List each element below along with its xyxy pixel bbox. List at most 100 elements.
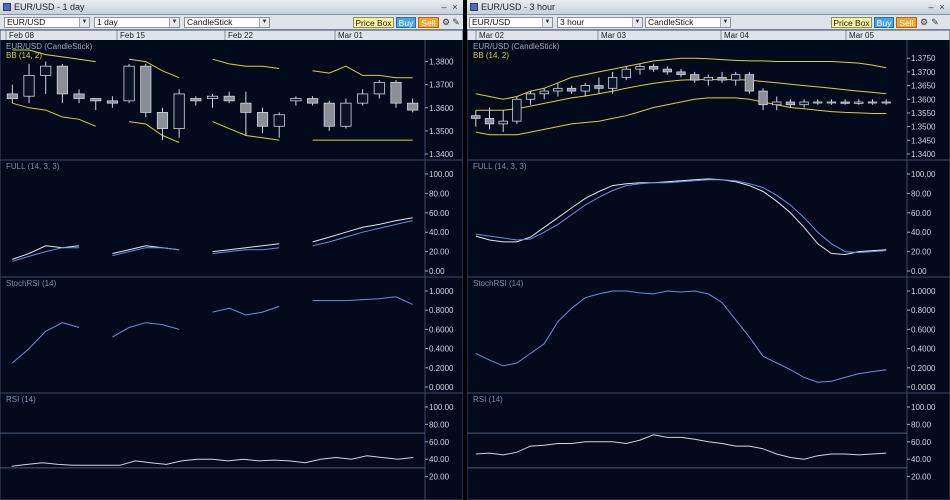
interval-select-value: 1 day	[97, 17, 118, 27]
chart-type-select-value: CandleStick	[187, 17, 233, 27]
date-axis-label: Feb 15	[120, 31, 145, 40]
candle-body-down	[758, 90, 768, 106]
candle-body-down	[744, 74, 755, 92]
candle-body-down	[140, 65, 152, 113]
date-axis-label: Mar 02	[479, 31, 504, 40]
candle-body-up	[799, 101, 809, 106]
app-icon	[3, 3, 11, 11]
symbol-select[interactable]: EUR/USD ▼	[469, 17, 553, 28]
candle-body-up	[340, 102, 352, 127]
full-stochastic-axis-label: 60.00	[429, 209, 450, 218]
chart-toolbar: EUR/USD ▼ 3 hour ▼ CandleStick ▼ Price B…	[467, 15, 950, 30]
rsi-pane-title: RSI (14)	[473, 395, 503, 404]
chart-canvas[interactable]: Mar 02 Mar 03 Mar 04 Mar 05 1.3750 1.3700 1.36…	[467, 30, 950, 500]
price-box-button[interactable]: Price Box	[831, 17, 872, 28]
window-title: EUR/USD - 1 day	[14, 2, 85, 12]
price-axis-label: 1.3650	[911, 82, 936, 91]
settings-icon[interactable]: ⚙	[919, 17, 929, 28]
candle-body-up	[881, 101, 891, 104]
candle-body-down	[323, 102, 335, 127]
minimize-icon[interactable]: –	[439, 2, 449, 12]
candle-body-up	[273, 114, 285, 127]
minimize-icon[interactable]: –	[926, 2, 936, 12]
stochrsi-axis-label: 0.6000	[911, 325, 936, 334]
date-axis-label: Mar 04	[724, 31, 749, 40]
app-icon	[470, 3, 478, 11]
rsi-axis-label: 60.00	[429, 438, 450, 447]
settings-icon[interactable]: ⚙	[441, 17, 451, 28]
buy-button[interactable]: Buy	[396, 17, 416, 28]
price-axis-label: 1.3700	[911, 68, 936, 77]
full-stochastic-axis-label: 100.00	[911, 170, 936, 179]
stochrsi-axis-label: 0.2000	[429, 364, 454, 373]
price-axis-label: 1.3600	[911, 95, 936, 104]
candle-body-up	[867, 101, 878, 104]
candle-body-up	[607, 76, 618, 89]
symbol-select-value: EUR/USD	[472, 17, 511, 27]
candle-body-up	[621, 68, 631, 78]
candle-body-up	[539, 90, 549, 95]
stochrsi-axis-label: 0.6000	[429, 325, 454, 334]
edit-icon[interactable]: ✎	[451, 17, 461, 28]
price-axis-label: 1.3400	[911, 150, 936, 159]
price-axis-label: 1.3750	[911, 54, 936, 63]
date-axis-label: Feb 08	[9, 31, 34, 40]
rsi-axis-label: 40.00	[911, 455, 932, 464]
stochrsi-axis-label: 0.8000	[429, 306, 454, 315]
full-stochastic-axis-label: 80.00	[911, 189, 932, 198]
symbol-select-value: EUR/USD	[7, 17, 46, 27]
candle-body-down	[407, 102, 419, 111]
price-box-button[interactable]: Price Box	[353, 17, 394, 28]
interval-select[interactable]: 3 hour ▼	[557, 17, 643, 28]
full-stochastic-axis-label: 20.00	[429, 248, 450, 257]
candle-body-down	[106, 100, 118, 104]
full-stochastic-axis-label: 40.00	[429, 228, 450, 237]
stochrsi-axis-label: 1.0000	[911, 287, 936, 296]
candle-body-up	[854, 101, 864, 104]
candle-body-down	[690, 74, 700, 81]
stochrsi-axis-label: 0.4000	[911, 345, 936, 354]
full-stochastic-axis-label: 0.00	[911, 267, 927, 276]
stochrsi-axis-label: 1.0000	[429, 287, 454, 296]
stochrsi-axis-label: 0.2000	[911, 364, 936, 373]
rsi-axis-label: 100.00	[911, 403, 936, 412]
rsi-axis-label: 40.00	[429, 455, 450, 464]
full-stochastic-axis-label: 80.00	[429, 189, 450, 198]
buy-button[interactable]: Buy	[874, 17, 894, 28]
window-titlebar[interactable]: EUR/USD - 1 day – ×	[0, 0, 463, 15]
price-pane-indicator: BB (14, 2)	[473, 51, 509, 60]
close-icon[interactable]: ×	[937, 2, 947, 12]
interval-select[interactable]: 1 day ▼	[94, 17, 180, 28]
candle-body-up	[23, 75, 35, 97]
chart-toolbar: EUR/USD ▼ 1 day ▼ CandleStick ▼ Price Bo…	[0, 15, 463, 30]
chart-type-select[interactable]: CandleStick ▼	[184, 17, 270, 28]
edit-icon[interactable]: ✎	[930, 17, 940, 28]
candle-body-up	[731, 74, 741, 81]
candle-body-up	[635, 66, 645, 70]
candle-body-up	[525, 93, 536, 100]
candle-body-up	[772, 101, 782, 106]
candle-body-up	[373, 81, 385, 95]
price-pane-indicator: BB (14, 2)	[6, 51, 42, 60]
price-axis-label: 1.3800	[429, 58, 454, 67]
full-stochastic-pane-title: FULL (14, 3, 3)	[473, 162, 527, 171]
close-icon[interactable]: ×	[450, 2, 460, 12]
chart-type-select-value: CandleStick	[648, 17, 694, 27]
candle-body-up	[813, 101, 823, 104]
sell-button[interactable]: Sell	[418, 17, 439, 28]
candle-body-down	[566, 87, 577, 92]
full-stochastic-axis-label: 40.00	[911, 228, 932, 237]
candle-body-up	[553, 87, 563, 92]
chevron-down-icon: ▼	[542, 18, 552, 27]
stochrsi-axis-label: 0.4000	[429, 345, 454, 354]
rsi-axis-label: 60.00	[911, 438, 932, 447]
symbol-select[interactable]: EUR/USD ▼	[4, 17, 90, 28]
rsi-axis-label: 100.00	[429, 403, 454, 412]
candle-body-down	[56, 65, 68, 95]
full-stochastic-axis-label: 100.00	[429, 170, 454, 179]
price-axis-label: 1.3500	[911, 123, 936, 132]
window-titlebar[interactable]: EUR/USD - 3 hour – ×	[467, 0, 950, 15]
chart-type-select[interactable]: CandleStick ▼	[645, 17, 731, 28]
chart-canvas[interactable]: Feb 08 Feb 15 Feb 22 Mar 01 1.3800 1.3700 1.36…	[0, 30, 463, 500]
sell-button[interactable]: Sell	[896, 17, 917, 28]
